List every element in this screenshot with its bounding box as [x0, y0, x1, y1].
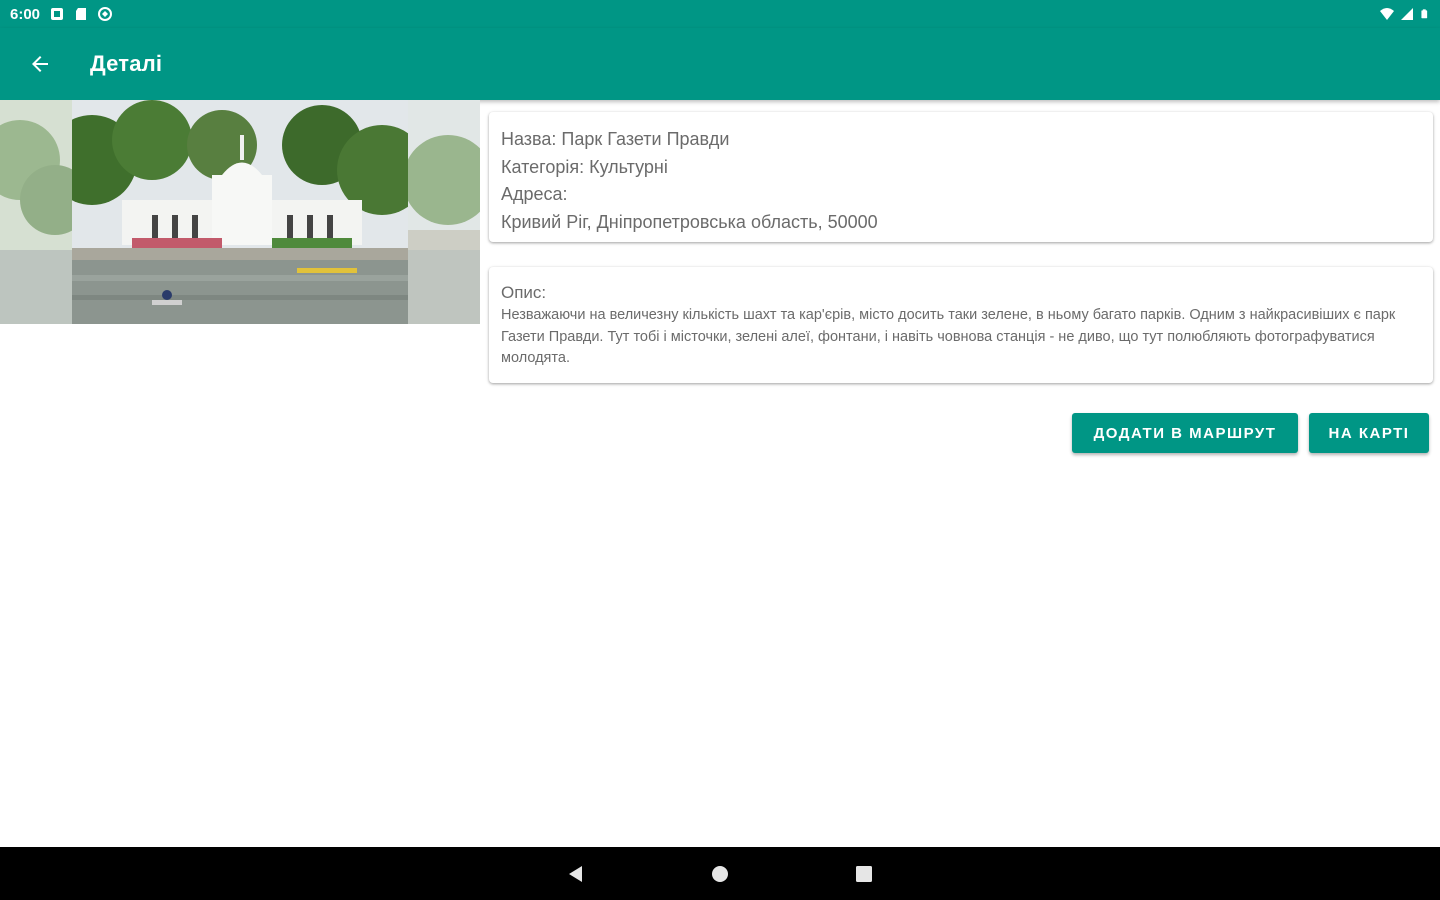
back-button[interactable] [12, 36, 68, 92]
carousel-photo-previous[interactable] [0, 100, 72, 324]
description-text: Незважаючи на величезну кількість шахт т… [501, 307, 1396, 366]
status-time: 6:00 [10, 5, 41, 23]
notification-icon [51, 8, 64, 20]
place-name: Назва: Парк Газети Правди [501, 129, 730, 149]
recents-square-icon [856, 865, 872, 882]
place-info-card: Назва: Парк Газети Правди Категорія: Кул… [489, 112, 1433, 242]
place-category: Категорія: Культурні [501, 156, 668, 177]
back-triangle-icon [569, 865, 582, 882]
sd-card-icon [76, 8, 87, 20]
app-bar: Деталі [0, 28, 1440, 100]
add-to-route-button[interactable]: Додати в маршрут [1072, 413, 1298, 453]
arrow-back-icon [32, 56, 48, 72]
nav-home-button[interactable] [703, 857, 737, 891]
show-on-map-button[interactable]: На карті [1309, 413, 1429, 453]
home-circle-icon [712, 865, 728, 882]
page-title: Деталі [90, 51, 163, 76]
nav-back-button[interactable] [559, 857, 593, 891]
carousel-photo-next[interactable] [408, 100, 480, 324]
signal-icon [1401, 8, 1413, 20]
description-label: Опис: [501, 283, 547, 302]
carousel-photo-main[interactable] [72, 100, 408, 324]
system-nav-bar [0, 847, 1440, 900]
status-bar: 6:00 [0, 0, 1440, 28]
sync-icon [98, 7, 113, 21]
nav-recents-button[interactable] [847, 857, 881, 891]
photo-carousel[interactable] [0, 100, 480, 324]
battery-icon [1421, 9, 1428, 19]
wifi-icon [1380, 8, 1394, 20]
place-address: Кривий Ріг, Дніпропетровська область, 50… [501, 211, 878, 232]
place-address-label: Адреса: [501, 184, 568, 204]
description-card: Опис: Незважаючи на величезну кількість … [489, 267, 1433, 383]
status-right [1380, 7, 1430, 21]
status-left: 6:00 [10, 5, 113, 23]
